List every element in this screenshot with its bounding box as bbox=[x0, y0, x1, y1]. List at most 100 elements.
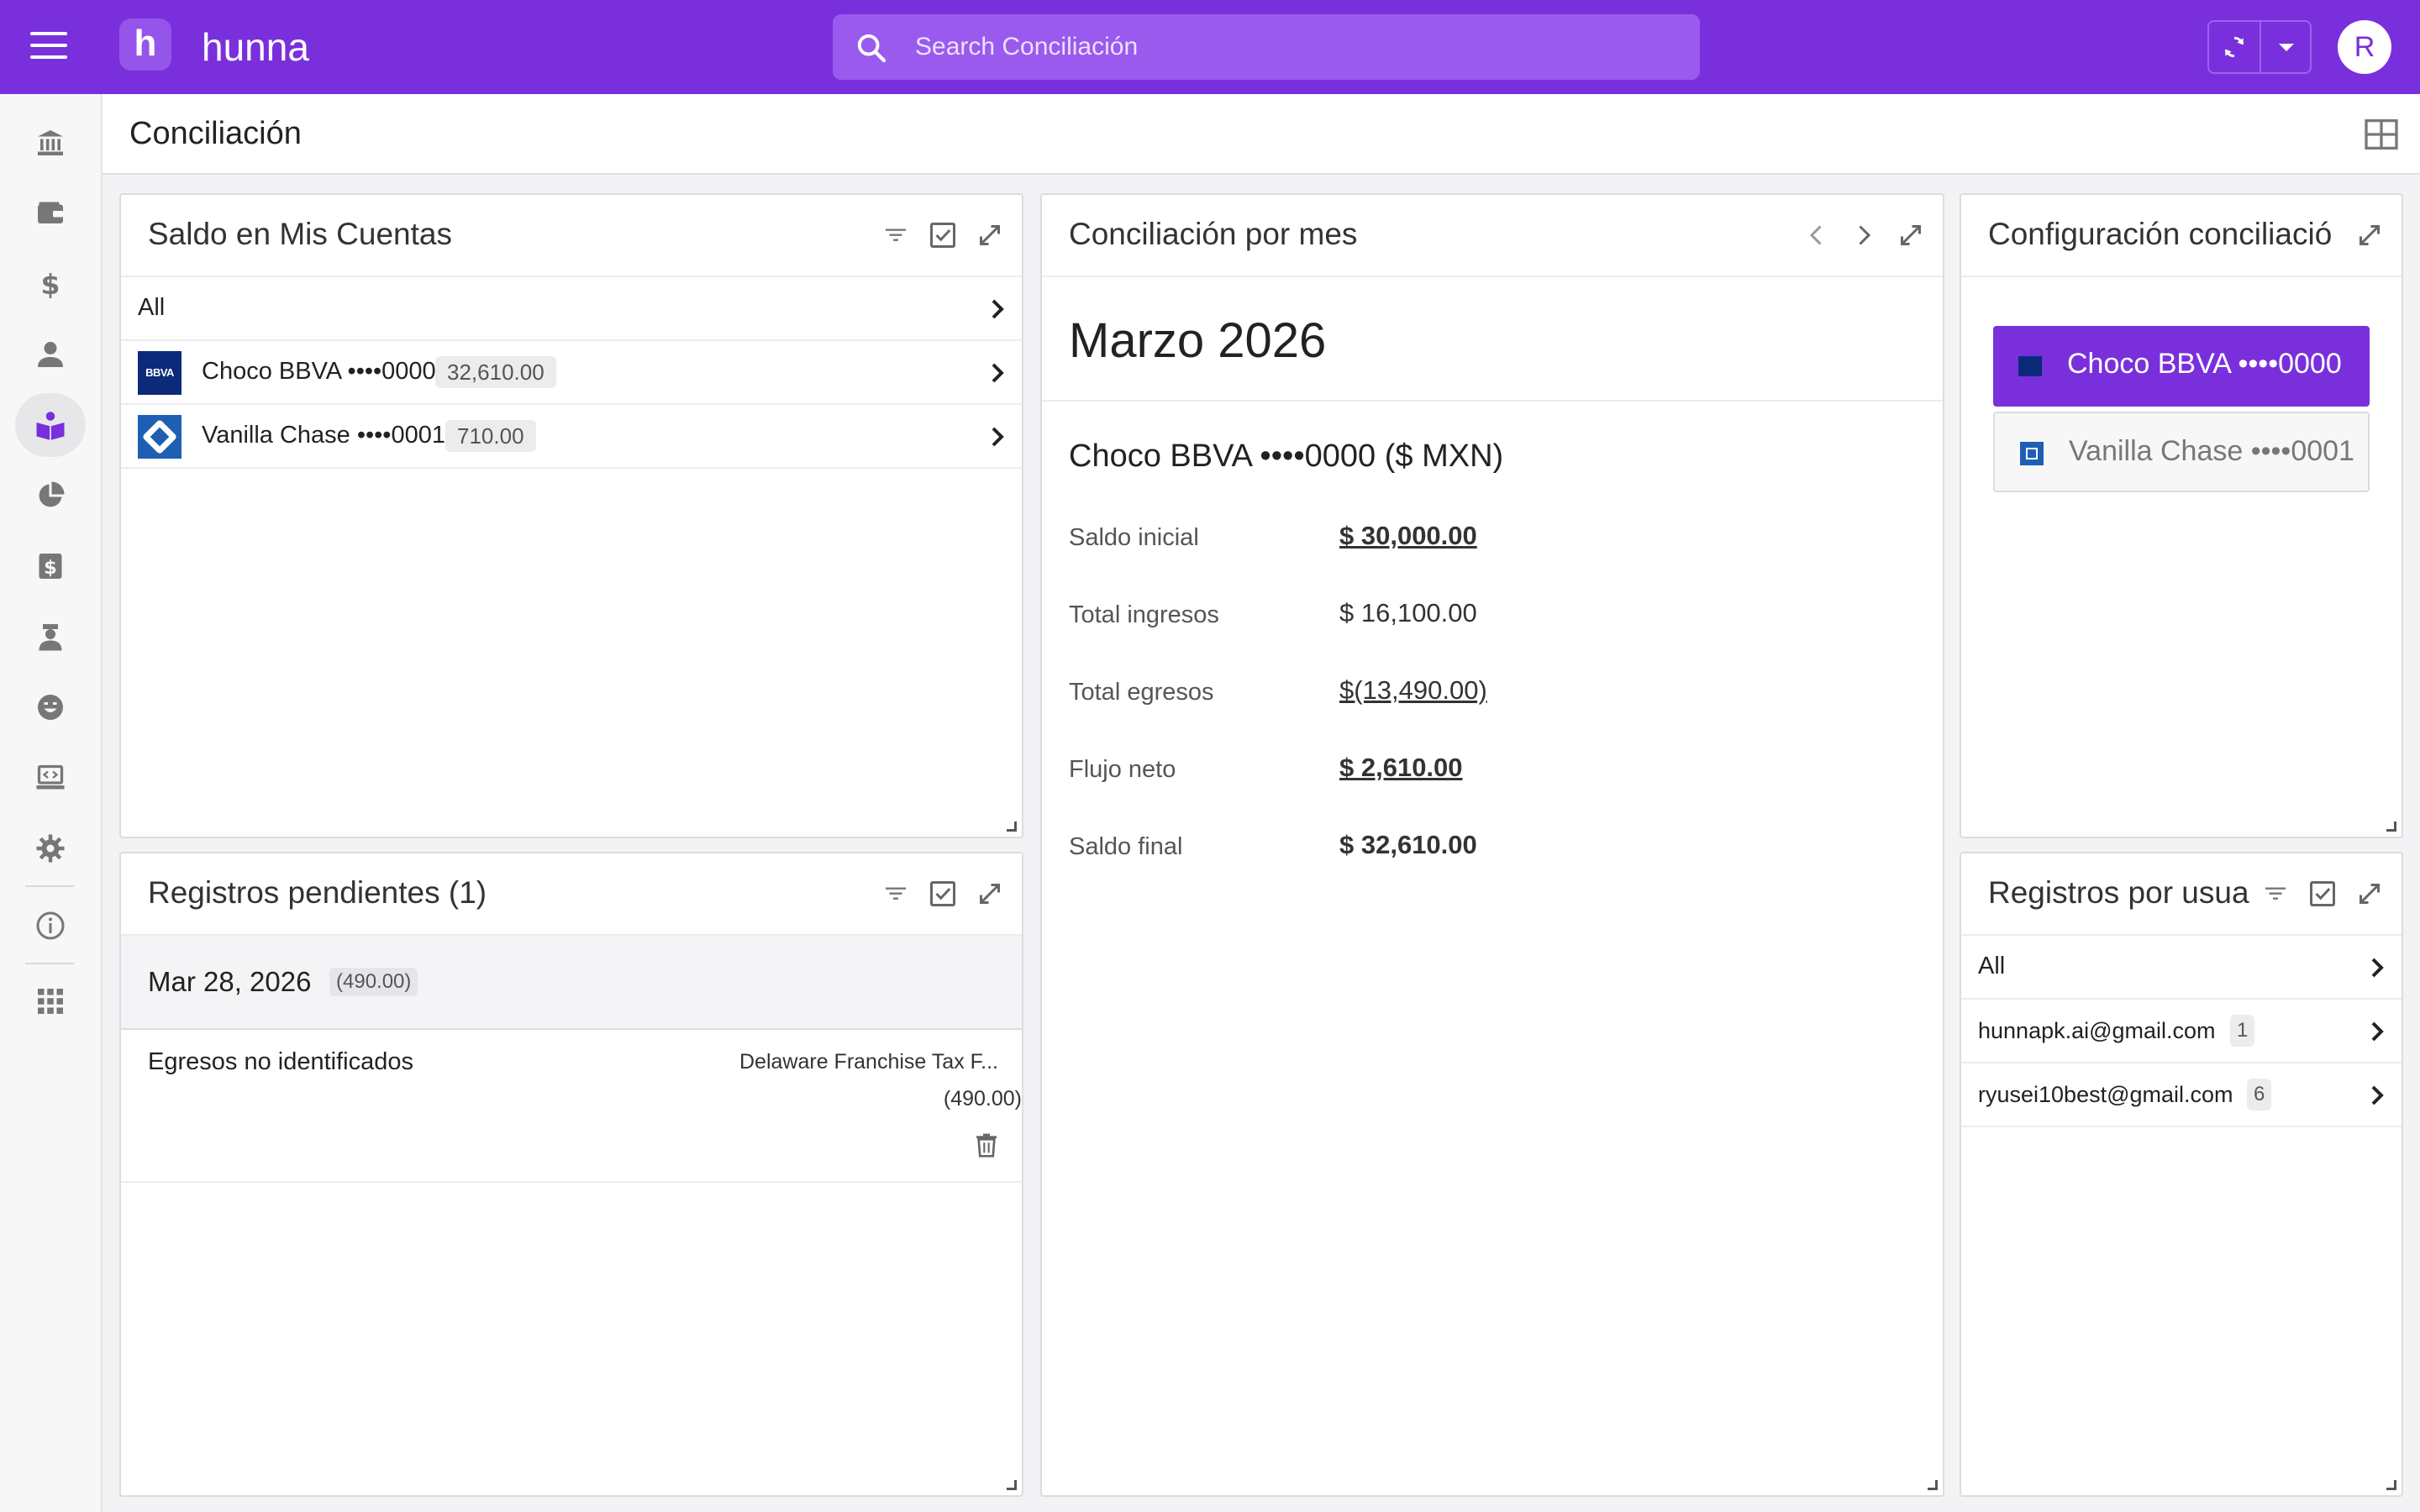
account-row[interactable]: Vanilla Chase ••••0001 710.00 bbox=[121, 405, 1022, 469]
flujo-neto-value[interactable]: $ 2,610.00 bbox=[1339, 753, 1463, 783]
nav-conciliacion[interactable] bbox=[15, 393, 86, 457]
saldo-inicial-label: Saldo inicial bbox=[1069, 524, 1199, 551]
expand-button[interactable] bbox=[971, 875, 1008, 912]
nav-reports[interactable] bbox=[15, 464, 86, 528]
nav-info[interactable] bbox=[15, 894, 86, 958]
expand-button[interactable] bbox=[1892, 217, 1929, 254]
select-button[interactable] bbox=[2304, 875, 2341, 912]
layout-grid-icon[interactable] bbox=[2365, 119, 2398, 150]
resize-handle[interactable] bbox=[2386, 822, 2396, 832]
config-account-label: Vanilla Chase ••••0001 bbox=[2069, 435, 2354, 467]
nav-apps[interactable] bbox=[15, 969, 86, 1033]
agent-icon bbox=[39, 624, 62, 651]
nav-settings[interactable] bbox=[15, 816, 86, 880]
row-label: All bbox=[138, 294, 166, 321]
card-title: Registros por usua bbox=[1988, 875, 2249, 910]
nav-dollar[interactable]: $ bbox=[15, 252, 86, 316]
user-avatar[interactable]: R bbox=[2338, 20, 2391, 74]
resize-handle[interactable] bbox=[1928, 1480, 1938, 1490]
expand-icon bbox=[980, 884, 1000, 904]
pending-record[interactable]: Egresos no identificados Delaware Franch… bbox=[121, 1030, 1022, 1183]
config-account-label: Choco BBVA ••••0000 bbox=[2067, 348, 2342, 380]
total-ingresos-value: $ 16,100.00 bbox=[1339, 598, 1477, 627]
chevron-left-icon bbox=[1809, 225, 1822, 245]
date-group-header: Mar 28, 2026 (490.00) bbox=[121, 936, 1022, 1030]
resize-handle[interactable] bbox=[2386, 1480, 2396, 1490]
filter-icon bbox=[886, 887, 906, 900]
filter-button[interactable] bbox=[877, 875, 914, 912]
expand-button[interactable] bbox=[971, 217, 1008, 254]
prev-month-button[interactable] bbox=[1798, 217, 1835, 254]
app-name: hunna bbox=[202, 25, 309, 69]
card-tools bbox=[2351, 217, 2391, 254]
user-row-all[interactable]: All bbox=[1961, 936, 2402, 1000]
menu-icon[interactable] bbox=[30, 32, 67, 62]
checkbox-icon bbox=[930, 881, 955, 906]
resize-handle[interactable] bbox=[1007, 1480, 1017, 1490]
user-row[interactable]: hunnapk.ai@gmail.com 1 bbox=[1961, 1000, 2402, 1063]
chevron-right-icon bbox=[2371, 1085, 2384, 1105]
count-badge: 6 bbox=[2247, 1079, 2272, 1110]
person-icon bbox=[38, 342, 63, 367]
account-row[interactable]: BBVA Choco BBVA ••••0000 32,610.00 bbox=[121, 341, 1022, 405]
sync-dropdown-button[interactable] bbox=[2261, 22, 2312, 72]
conciliacion-mes-card: Conciliación por mes Marzo 2026 Choco BB… bbox=[1040, 193, 1944, 1497]
search-bar[interactable] bbox=[833, 14, 1700, 80]
resize-handle[interactable] bbox=[1007, 822, 1017, 832]
select-button[interactable] bbox=[924, 217, 961, 254]
next-month-button[interactable] bbox=[1845, 217, 1882, 254]
card-header: Configuración conciliació bbox=[1961, 195, 2402, 277]
expand-button[interactable] bbox=[2351, 875, 2388, 912]
wallet-icon bbox=[38, 202, 63, 223]
filter-button[interactable] bbox=[877, 217, 914, 254]
reader-icon bbox=[36, 412, 65, 440]
user-email: ryusei10best@gmail.com bbox=[1978, 1082, 2233, 1107]
nav-bank[interactable] bbox=[15, 111, 86, 175]
nav-smile[interactable] bbox=[15, 675, 86, 739]
card-title: Configuración conciliació bbox=[1988, 217, 2333, 251]
filter-button[interactable] bbox=[2257, 875, 2294, 912]
caret-down-icon bbox=[2279, 44, 2294, 51]
config-account-button[interactable]: Vanilla Chase ••••0001 bbox=[1993, 412, 2370, 492]
pie-chart-icon bbox=[39, 481, 65, 507]
chevron-right-icon bbox=[2371, 1021, 2384, 1042]
config-account-button[interactable]: Choco BBVA ••••0000 bbox=[1993, 326, 2370, 407]
filter-icon bbox=[886, 228, 906, 241]
nav-agent[interactable] bbox=[15, 605, 86, 669]
search-input[interactable] bbox=[915, 14, 1671, 80]
account-row-all[interactable]: All bbox=[121, 277, 1022, 341]
saldo-final-value: $ 32,610.00 bbox=[1339, 830, 1477, 859]
expand-button[interactable] bbox=[2351, 217, 2388, 254]
card-header: Registros pendientes (1) bbox=[121, 853, 1022, 936]
expand-icon bbox=[2360, 884, 2380, 904]
record-amount: (490.00) bbox=[943, 1087, 1022, 1110]
apps-grid-icon bbox=[38, 989, 63, 1014]
chevron-right-icon bbox=[992, 299, 1004, 319]
saldo-card: Saldo en Mis Cuentas All BBVA Choco BBVA… bbox=[119, 193, 1023, 838]
nav-person[interactable] bbox=[15, 323, 86, 386]
account-name: Vanilla Chase ••••0001 bbox=[202, 422, 445, 449]
nav-developer[interactable] bbox=[15, 746, 86, 810]
total-egresos-label: Total egresos bbox=[1069, 679, 1214, 706]
user-row[interactable]: ryusei10best@gmail.com 6 bbox=[1961, 1063, 2402, 1127]
select-button[interactable] bbox=[924, 875, 961, 912]
sync-group bbox=[2207, 20, 2312, 74]
total-egresos-value[interactable]: $(13,490.00) bbox=[1339, 675, 1487, 706]
month-title: Marzo 2026 bbox=[1069, 313, 1327, 368]
card-header: Registros por usua bbox=[1961, 853, 2402, 936]
user-email: hunnapk.ai@gmail.com bbox=[1978, 1018, 2216, 1043]
rail-divider bbox=[25, 963, 74, 964]
expand-icon bbox=[980, 225, 1000, 245]
money-square-icon: $ bbox=[39, 554, 62, 579]
sync-icon bbox=[2224, 36, 2244, 58]
checkbox-icon bbox=[930, 223, 955, 248]
sync-button[interactable] bbox=[2209, 22, 2261, 72]
trash-icon[interactable] bbox=[973, 1131, 1000, 1159]
nav-money[interactable]: $ bbox=[15, 534, 86, 598]
expand-icon bbox=[2360, 225, 2380, 245]
balance-badge: 32,610.00 bbox=[435, 356, 556, 388]
account-name: Choco BBVA ••••0000 bbox=[202, 358, 436, 385]
nav-wallet[interactable] bbox=[15, 181, 86, 245]
saldo-inicial-value[interactable]: $ 30,000.00 bbox=[1339, 521, 1477, 551]
app-logo[interactable]: h bbox=[119, 18, 171, 71]
